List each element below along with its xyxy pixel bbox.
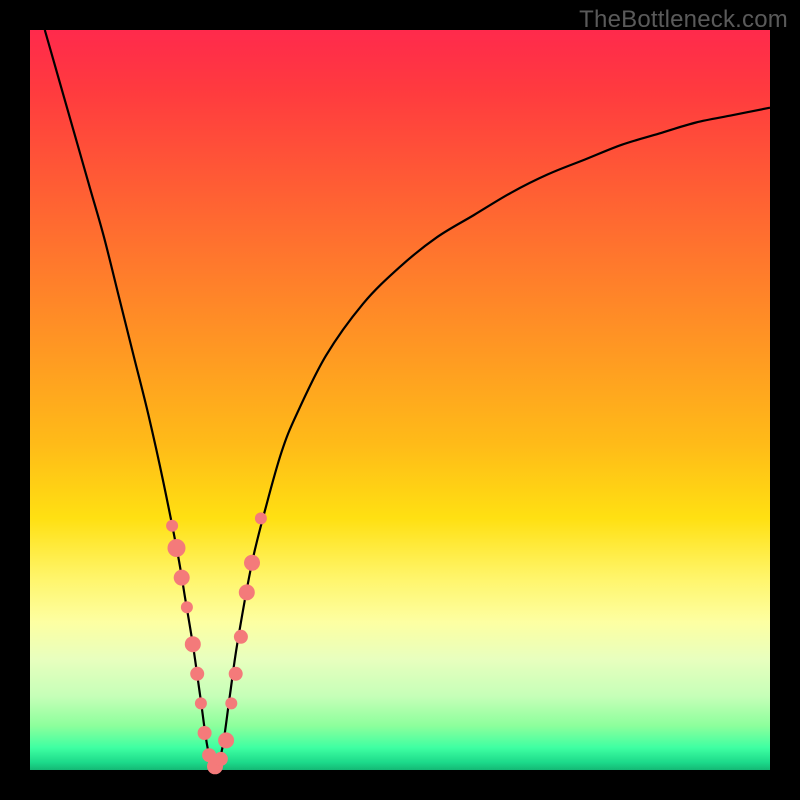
plot-area: [30, 30, 770, 770]
data-marker: [218, 732, 234, 748]
marker-group: [166, 512, 267, 774]
data-marker: [168, 539, 186, 557]
data-marker: [195, 697, 207, 709]
data-marker: [234, 630, 248, 644]
data-marker: [185, 636, 201, 652]
chart-frame: TheBottleneck.com: [0, 0, 800, 800]
data-marker: [181, 601, 193, 613]
data-marker: [244, 555, 260, 571]
data-marker: [214, 752, 228, 766]
data-marker: [198, 726, 212, 740]
bottleneck-curve-svg: [30, 30, 770, 770]
data-marker: [166, 520, 178, 532]
data-marker: [239, 584, 255, 600]
data-marker: [229, 667, 243, 681]
data-marker: [190, 667, 204, 681]
data-marker: [225, 697, 237, 709]
data-marker: [255, 512, 267, 524]
watermark-text: TheBottleneck.com: [579, 6, 788, 34]
bottleneck-curve: [45, 30, 770, 770]
data-marker: [174, 570, 190, 586]
